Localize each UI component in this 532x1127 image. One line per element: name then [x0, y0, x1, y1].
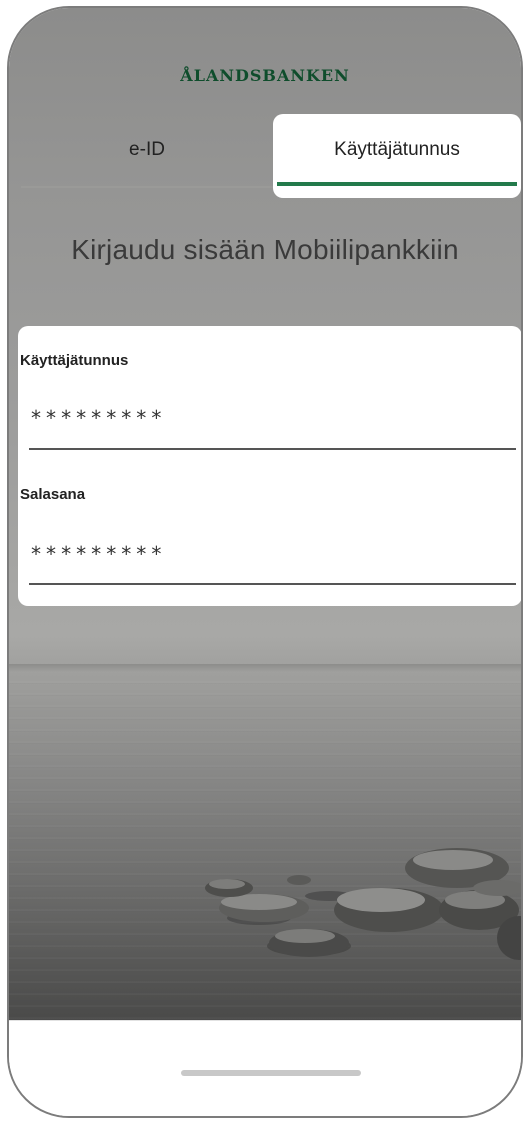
page-title: Kirjaudu sisään Mobiilipankkiin: [71, 234, 459, 265]
username-label: Käyttäjätunnus: [20, 352, 129, 369]
username-field[interactable]: [30, 406, 500, 430]
sea-horizon: [9, 664, 521, 672]
login-method-tabs: e-ID Käyttäjätunnus: [21, 114, 521, 198]
home-indicator[interactable]: [181, 1070, 361, 1076]
tab-divider: [21, 186, 273, 188]
active-tab-indicator: [277, 182, 517, 186]
password-label: Salasana: [20, 486, 86, 503]
password-field[interactable]: [30, 542, 500, 566]
phone-frame: ÅLANDSBANKEN e-ID Käyttäjätunnus Kirjaud…: [7, 6, 523, 1118]
tab-e-id[interactable]: e-ID: [21, 114, 273, 186]
bottom-safe-area: [9, 1020, 521, 1116]
login-form: Käyttäjätunnus Salasana: [18, 326, 521, 606]
tab-username-label: Käyttäjätunnus: [334, 139, 460, 160]
rocks-background-image: [205, 848, 521, 960]
username-field-underline: [29, 448, 516, 450]
password-field-underline: [29, 583, 516, 585]
alandsbanken-logo: ÅLANDSBANKEN: [180, 66, 350, 85]
login-screen: ÅLANDSBANKEN e-ID Käyttäjätunnus Kirjaud…: [9, 8, 521, 1020]
tab-username[interactable]: Käyttäjätunnus: [273, 114, 521, 198]
